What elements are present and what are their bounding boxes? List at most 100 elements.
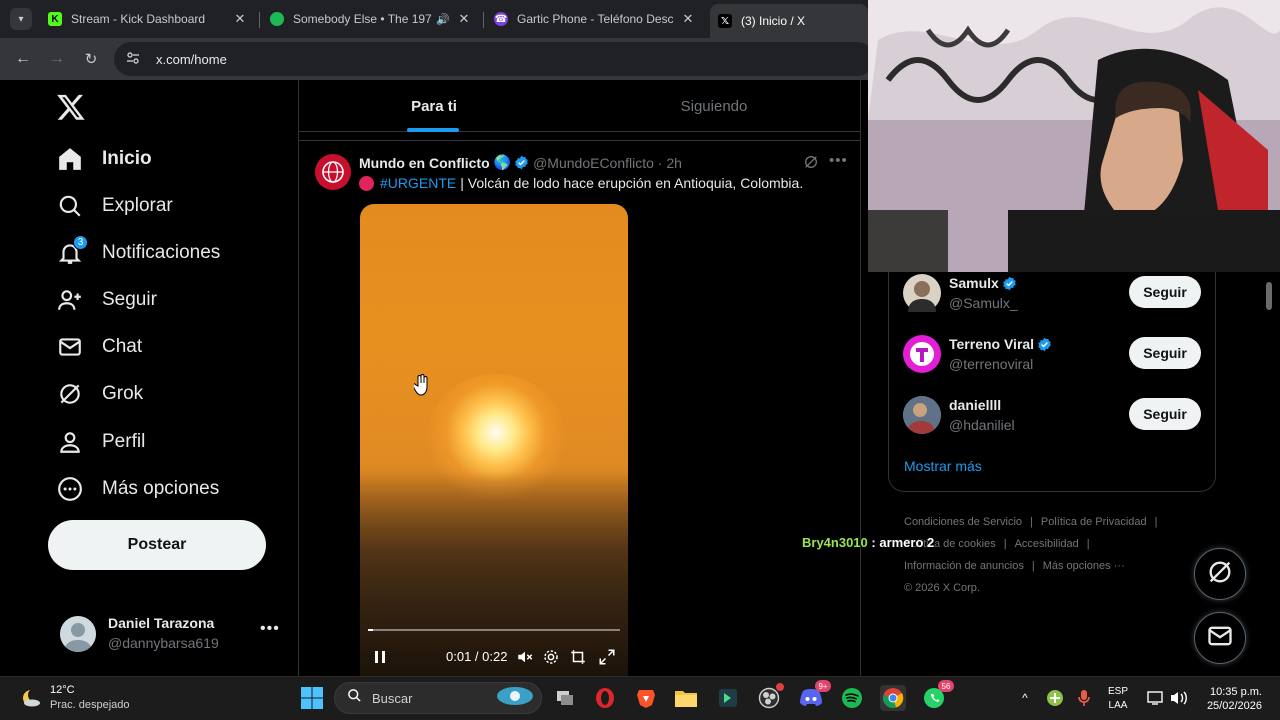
taskbar-search[interactable]: Buscar <box>334 682 542 714</box>
bell-icon: 3 <box>56 235 88 267</box>
mute-icon[interactable] <box>516 648 534 666</box>
follow-button[interactable]: Seguir <box>1129 276 1201 308</box>
browser-toolbar: ← → ↻ x.com/home <box>0 38 874 80</box>
tab-para-ti[interactable]: Para ti <box>299 80 569 132</box>
browser-tab-bar: ▾ K Stream - Kick Dashboard ✕ Somebody E… <box>0 0 868 38</box>
sidebar-item-inicio[interactable]: Inicio <box>56 139 152 179</box>
clock[interactable]: 10:35 p.m. 25/02/2026 <box>1200 685 1262 713</box>
account-switcher[interactable]: Daniel Tarazona @dannybarsa619 ••• <box>56 604 286 660</box>
footer-link[interactable]: Condiciones de Servicio <box>904 516 1022 528</box>
tweet-author-handle: @MundoEConflicto · 2h <box>533 154 682 171</box>
app-green-icon[interactable] <box>715 685 741 711</box>
post-button[interactable]: Postear <box>48 520 266 570</box>
address-bar[interactable]: x.com/home <box>114 42 874 76</box>
close-icon[interactable]: ✕ <box>680 11 696 27</box>
sidebar-item-seguir[interactable]: Seguir <box>56 280 157 320</box>
close-icon[interactable]: ✕ <box>456 11 472 27</box>
more-icon[interactable]: ••• <box>829 152 848 169</box>
video-progress-bar[interactable] <box>368 629 620 631</box>
tray-app-icon[interactable] <box>1042 685 1068 711</box>
more-icon[interactable]: ••• <box>260 620 280 638</box>
picture-in-picture-icon[interactable] <box>569 648 587 666</box>
browser-tab-kick[interactable]: K Stream - Kick Dashboard ✕ <box>40 4 256 34</box>
verified-badge-icon <box>1037 337 1052 352</box>
browser-tab-x[interactable]: 𝕏 (3) Inicio / X <box>710 4 868 38</box>
settings-gear-icon[interactable] <box>542 648 560 666</box>
reload-icon[interactable]: ↻ <box>78 46 104 72</box>
avatar <box>903 335 941 373</box>
tweet-body: | Volcán de lodo hace erupción en Antioq… <box>460 175 804 191</box>
obs-icon[interactable] <box>756 683 784 711</box>
grok-icon <box>56 380 84 408</box>
close-icon[interactable]: ✕ <box>232 11 248 27</box>
sidebar-item-explorar[interactable]: Explorar <box>56 186 173 226</box>
fullscreen-icon[interactable] <box>598 648 616 666</box>
browser-tab-spotify[interactable]: Somebody Else • The 1975 🔊 ✕ <box>262 4 480 34</box>
tweet-video[interactable]: 0:01 / 0:22 <box>360 204 628 676</box>
discord-icon[interactable]: 9+ <box>798 680 831 711</box>
suggestion-name: daniellll <box>949 397 1002 413</box>
footer-link[interactable]: Accesibilidad <box>1015 538 1079 550</box>
pause-icon[interactable] <box>372 649 388 665</box>
follow-button[interactable]: Seguir <box>1129 398 1201 430</box>
sidebar-item-grok[interactable]: Grok <box>56 374 143 414</box>
site-info-icon[interactable] <box>126 51 146 68</box>
follow-suggestion[interactable]: daniellll @hdaniliel Seguir <box>903 392 1203 444</box>
footer-link[interactable]: Política de Privacidad <box>1041 516 1147 528</box>
sidebar-item-perfil[interactable]: Perfil <box>56 422 145 462</box>
language-indicator[interactable]: ESP LAA <box>1108 685 1128 713</box>
speaker-icon[interactable]: 🔊 <box>436 13 450 26</box>
messages-floating-button[interactable] <box>1194 612 1246 664</box>
language-code: ESP <box>1108 686 1129 697</box>
suggestion-name: Samulx <box>949 275 1017 291</box>
task-view-icon[interactable] <box>552 685 578 711</box>
footer-link[interactable]: Más opciones ··· <box>1043 560 1125 572</box>
search-label: Buscar <box>372 690 413 706</box>
whatsapp-icon[interactable]: 56 <box>921 680 954 711</box>
grok-icon <box>1206 558 1234 591</box>
file-explorer-icon[interactable] <box>673 685 699 711</box>
follow-suggestion[interactable]: Terreno Viral @terrenoviral Seguir <box>903 331 1203 383</box>
show-more-link[interactable]: Mostrar más <box>904 458 982 474</box>
grok-icon[interactable] <box>803 154 819 173</box>
account-handle: @dannybarsa619 <box>108 635 219 651</box>
x-logo-icon[interactable] <box>56 92 88 124</box>
tweet-author-name[interactable]: Mundo en Conflicto <box>359 155 490 171</box>
tab-search-menu-button[interactable]: ▾ <box>10 8 32 30</box>
follow-suggestion[interactable]: Samulx @Samulx_ Seguir <box>903 270 1203 322</box>
footer-link[interactable]: Información de anuncios <box>904 560 1024 572</box>
microphone-icon[interactable] <box>1071 685 1097 711</box>
sidebar-item-label: Inicio <box>102 148 152 169</box>
moon-weather-icon <box>20 687 42 709</box>
person-icon <box>56 428 84 456</box>
forward-arrow-icon[interactable]: → <box>44 46 70 72</box>
grok-floating-button[interactable] <box>1194 548 1246 600</box>
avatar <box>903 274 941 312</box>
spotify-icon <box>270 12 284 26</box>
video-progress-fill <box>368 629 374 631</box>
sidebar-item-mas-opciones[interactable]: Más opciones <box>56 469 219 509</box>
chevron-up-icon[interactable]: ^ <box>1012 685 1038 711</box>
video-time: 0:01 / 0:22 <box>446 649 508 664</box>
follow-button[interactable]: Seguir <box>1129 337 1201 369</box>
chrome-icon[interactable] <box>880 685 906 711</box>
windows-start-icon[interactable] <box>300 686 324 710</box>
volume-icon[interactable] <box>1166 685 1192 711</box>
back-arrow-icon[interactable]: ← <box>10 46 36 72</box>
sidebar-item-label: Grok <box>102 383 144 404</box>
brave-icon[interactable] <box>633 685 659 711</box>
hashtag-link[interactable]: #URGENTE <box>380 175 456 191</box>
browser-tab-gartic[interactable]: ☎ Gartic Phone - Teléfono Descono ✕ <box>486 4 704 34</box>
stream-chat-overlay: Bry4n3010 : armero 2 <box>802 535 934 550</box>
tab-siguiendo[interactable]: Siguiendo <box>579 80 849 132</box>
scrollbar-thumb[interactable] <box>1266 282 1272 310</box>
sidebar-item-notificaciones[interactable]: 3 Notificaciones <box>56 233 220 273</box>
url-text: x.com/home <box>156 51 227 67</box>
page-scrollbar[interactable] <box>1264 278 1274 676</box>
weather-widget[interactable]: 12°C Prac. despejado <box>20 683 160 715</box>
spotify-icon[interactable] <box>839 685 865 711</box>
tweet-author-avatar[interactable] <box>315 154 351 190</box>
opera-icon[interactable] <box>592 685 618 711</box>
sidebar-item-chat[interactable]: Chat <box>56 327 142 367</box>
tweet-header: Mundo en Conflicto 🌎 @MundoEConflicto · … <box>359 154 682 171</box>
